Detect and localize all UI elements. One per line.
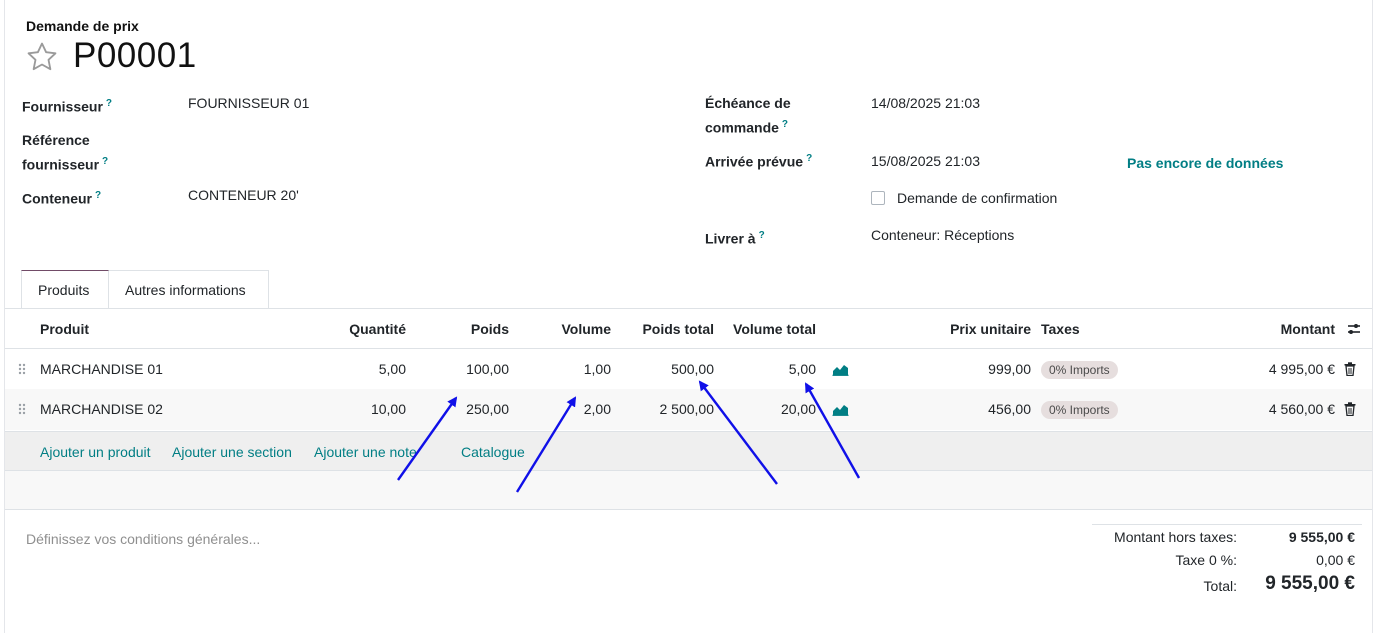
document-type: Demande de prix bbox=[26, 18, 139, 34]
add-note-link[interactable]: Ajouter une note bbox=[314, 444, 417, 460]
tax-badge[interactable]: 0% Imports bbox=[1041, 361, 1118, 379]
container-field[interactable]: CONTENEUR 20' bbox=[188, 185, 299, 206]
header-divider bbox=[5, 348, 1372, 349]
deadline-label: Échéance de commande? bbox=[705, 95, 791, 136]
column-header-unit-price[interactable]: Prix unitaire bbox=[905, 321, 1031, 337]
form-sheet: Demande de prix P00001 Fournisseur? FOUR… bbox=[4, 0, 1373, 633]
deadline-field[interactable]: 14/08/2025 21:03 bbox=[871, 93, 980, 114]
cell-weight[interactable]: 250,00 bbox=[415, 401, 509, 417]
untaxed-value: 9 555,00 € bbox=[1288, 529, 1355, 545]
forecast-chart-icon[interactable] bbox=[832, 362, 849, 376]
cell-total-volume[interactable]: 20,00 bbox=[717, 401, 816, 417]
add-line-row: Ajouter un produit Ajouter une section A… bbox=[5, 431, 1372, 471]
terms-input[interactable]: Définissez vos conditions générales... bbox=[26, 531, 260, 547]
cell-amount: 4 560,00 € bbox=[1268, 401, 1335, 417]
forecast-chart-icon[interactable] bbox=[832, 402, 849, 416]
trash-icon[interactable] bbox=[1344, 402, 1356, 416]
arrival-field[interactable]: 15/08/2025 21:03 bbox=[871, 151, 980, 172]
column-header-volume[interactable]: Volume bbox=[515, 321, 611, 337]
star-icon[interactable] bbox=[25, 40, 59, 74]
cell-amount: 4 995,00 € bbox=[1268, 361, 1335, 377]
untaxed-label: Montant hors taxes: bbox=[1114, 529, 1237, 545]
column-header-weight[interactable]: Poids bbox=[415, 321, 509, 337]
help-icon[interactable]: ? bbox=[806, 153, 812, 164]
help-icon[interactable]: ? bbox=[102, 156, 108, 167]
cell-quantity[interactable]: 10,00 bbox=[305, 401, 406, 417]
confirm-checkbox[interactable] bbox=[871, 191, 885, 205]
column-header-product[interactable]: Produit bbox=[40, 321, 89, 337]
trash-icon[interactable] bbox=[1344, 362, 1356, 376]
cell-product[interactable]: MARCHANDISE 01 bbox=[40, 361, 163, 377]
cell-total-weight[interactable]: 500,00 bbox=[615, 361, 714, 377]
supplier-ref-field[interactable] bbox=[188, 132, 668, 168]
cell-total-volume[interactable]: 5,00 bbox=[717, 361, 816, 377]
cell-product[interactable]: MARCHANDISE 02 bbox=[40, 401, 163, 417]
column-header-quantity[interactable]: Quantité bbox=[305, 321, 406, 337]
add-product-link[interactable]: Ajouter un produit bbox=[40, 444, 151, 460]
confirm-label: Demande de confirmation bbox=[897, 190, 1058, 206]
cell-volume[interactable]: 1,00 bbox=[515, 361, 611, 377]
cell-unit-price[interactable]: 999,00 bbox=[905, 361, 1031, 377]
supplier-ref-label: Référence fournisseur? bbox=[22, 132, 109, 173]
deliver-to-label: Livrer à? bbox=[705, 230, 765, 247]
cell-unit-price[interactable]: 456,00 bbox=[905, 401, 1031, 417]
totals-divider bbox=[1092, 524, 1362, 525]
container-label: Conteneur? bbox=[22, 190, 102, 207]
tax-badge[interactable]: 0% Imports bbox=[1041, 401, 1118, 419]
drag-handle-icon[interactable] bbox=[18, 363, 26, 375]
page-title: P00001 bbox=[73, 36, 197, 75]
cell-weight[interactable]: 100,00 bbox=[415, 361, 509, 377]
cell-quantity[interactable]: 5,00 bbox=[305, 361, 406, 377]
empty-row bbox=[5, 470, 1372, 510]
total-label: Total: bbox=[1203, 578, 1237, 594]
column-header-total-volume[interactable]: Volume total bbox=[717, 321, 816, 337]
tab-products[interactable]: Produits bbox=[21, 270, 109, 308]
help-icon[interactable]: ? bbox=[782, 119, 788, 130]
tab-other-info[interactable]: Autres informations bbox=[109, 270, 269, 308]
supplier-label: Fournisseur? bbox=[22, 98, 113, 115]
column-header-taxes[interactable]: Taxes bbox=[1041, 321, 1080, 337]
tax-value: 0,00 € bbox=[1316, 552, 1355, 568]
column-header-amount[interactable]: Montant bbox=[1235, 321, 1335, 337]
tab-divider bbox=[5, 308, 1372, 309]
cell-volume[interactable]: 2,00 bbox=[515, 401, 611, 417]
help-icon[interactable]: ? bbox=[106, 98, 112, 109]
deliver-to-field[interactable]: Conteneur: Réceptions bbox=[871, 225, 1014, 246]
optional-columns-icon[interactable] bbox=[1346, 321, 1362, 337]
tax-label: Taxe 0 %: bbox=[1175, 552, 1237, 568]
drag-handle-icon[interactable] bbox=[18, 403, 26, 415]
arrival-label: Arrivée prévue? bbox=[705, 153, 813, 170]
help-icon[interactable]: ? bbox=[95, 190, 101, 201]
cell-total-weight[interactable]: 2 500,00 bbox=[615, 401, 715, 417]
on-time-rate-link[interactable]: Pas encore de données bbox=[1127, 155, 1283, 171]
column-header-total-weight[interactable]: Poids total bbox=[615, 321, 714, 337]
catalog-link[interactable]: Catalogue bbox=[461, 444, 525, 460]
add-section-link[interactable]: Ajouter une section bbox=[172, 444, 292, 460]
help-icon[interactable]: ? bbox=[759, 230, 765, 241]
total-value: 9 555,00 € bbox=[1265, 573, 1355, 594]
supplier-field[interactable]: FOURNISSEUR 01 bbox=[188, 93, 309, 114]
